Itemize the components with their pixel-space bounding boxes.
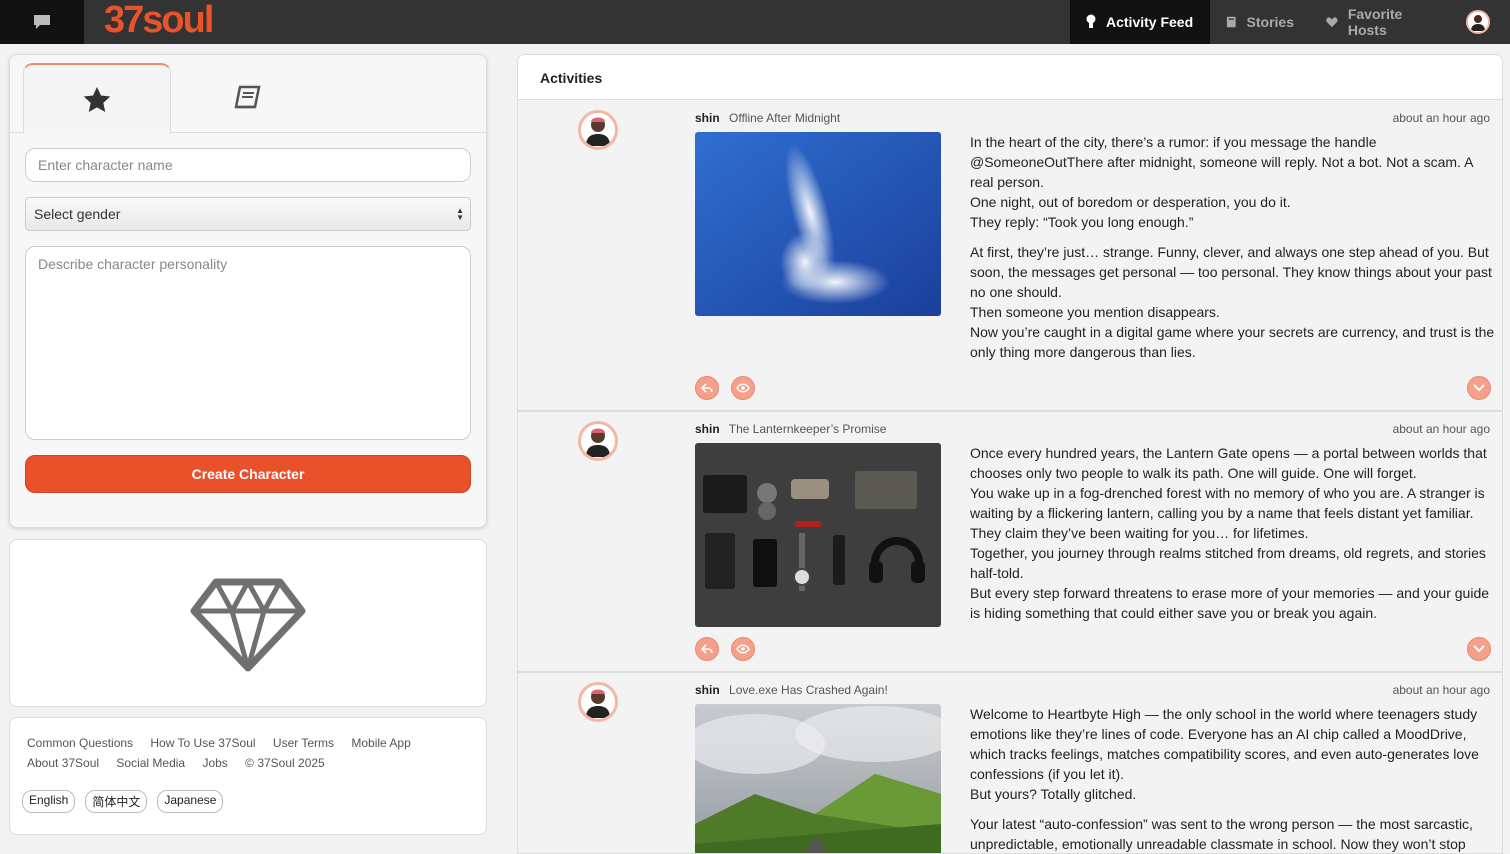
post-body: In the heart of the city, there’s a rumo… [970,132,1495,362]
nav-activity-feed[interactable]: Activity Feed [1070,0,1210,44]
story-title[interactable]: The Lanternkeeper’s Promise [729,422,887,436]
chat-button[interactable] [0,0,84,44]
top-bar: 37soul Activity Feed Stories Favorite Ho… [0,0,1510,44]
select-arrows-icon: ▲ ▼ [456,206,464,222]
post-meta: shin The Lanternkeeper’s Promise [695,422,886,436]
footer-link-common-questions[interactable]: Common Questions [27,736,133,750]
post-text: One night, out of boredom or desperation… [970,194,1291,210]
feed-title: Activities [540,70,603,86]
footer-links: Common Questions How To Use 37Soul User … [27,733,467,773]
post-text: Once every hundred years, the Lantern Ga… [970,445,1487,481]
user-avatar [1466,10,1490,34]
star-icon [83,86,111,112]
post-body: Welcome to Heartbyte High — the only sch… [970,704,1495,853]
book-icon [234,85,261,109]
lang-english[interactable]: English [22,790,76,813]
lang-chinese[interactable]: 简体中文 [85,790,148,813]
story-title[interactable]: Love.exe Has Crashed Again! [729,683,888,697]
character-name-input[interactable]: Enter character name [25,148,471,182]
post-text: But yours? Totally glitched. [970,786,1137,802]
post-image[interactable] [695,132,941,316]
author-name[interactable]: shin [695,683,720,697]
post-text: But every step forward threatens to eras… [970,585,1490,621]
post-image[interactable] [695,443,941,627]
post-text: Welcome to Heartbyte High — the only sch… [970,706,1479,782]
feed-header: Activities [518,55,1502,100]
book-icon [1226,16,1236,28]
post-body: Once every hundred years, the Lantern Ga… [970,443,1495,623]
view-button[interactable] [731,637,755,661]
reply-icon [701,383,713,393]
premium-panel[interactable] [9,539,487,707]
story-title[interactable]: Offline After Midnight [729,111,840,125]
eye-icon [736,383,750,393]
main-nav: Activity Feed Stories Favorite Hosts [1070,0,1510,44]
post-time: about an hour ago [1392,422,1490,436]
post-meta: shin Offline After Midnight [695,111,840,125]
personality-textarea[interactable]: Describe character personality [25,246,471,440]
expand-button[interactable] [1467,376,1491,400]
chevron-down-icon [1473,645,1485,653]
post-time: about an hour ago [1392,111,1490,125]
post-text: Then someone you mention disappears. [970,304,1220,320]
nav-label: Stories [1246,14,1294,30]
footer-link-about[interactable]: About 37Soul [27,756,99,770]
expand-button[interactable] [1467,637,1491,661]
panel-tabs [10,55,486,134]
footer-panel: Common Questions How To Use 37Soul User … [9,717,487,835]
logo[interactable]: 37soul [104,0,214,40]
reply-button[interactable] [695,376,719,400]
post-text: Your latest “auto-confession” was sent t… [970,816,1473,852]
tab-characters[interactable] [23,63,171,134]
language-switcher: English 简体中文 Japanese [22,790,224,813]
gender-select[interactable]: Select gender ▲ ▼ [25,197,471,231]
lightbulb-icon [1086,14,1096,28]
footer-link-jobs[interactable]: Jobs [202,756,227,770]
create-character-panel: Enter character name Select gender ▲ ▼ De… [9,54,487,528]
nav-label: Favorite Hosts [1347,6,1403,38]
footer-link-user-terms[interactable]: User Terms [273,736,334,750]
post-text: At first, they’re just… strange. Funny, … [970,244,1492,300]
footer-link-social-media[interactable]: Social Media [116,756,185,770]
lang-japanese[interactable]: Japanese [157,790,224,813]
nav-favorite-hosts[interactable]: Favorite Hosts [1310,0,1446,44]
chevron-down-icon [1473,384,1485,392]
reply-icon [701,644,713,654]
nav-stories[interactable]: Stories [1210,0,1310,44]
reply-button[interactable] [695,637,719,661]
eye-icon [736,644,750,654]
author-avatar[interactable] [578,682,618,722]
feed-post: shin Offline After Midnight about an hou… [518,101,1502,412]
author-name[interactable]: shin [695,111,720,125]
author-avatar[interactable] [578,421,618,461]
post-text: Together, you journey through realms sti… [970,545,1486,581]
post-text: You wake up in a fog-drenched forest wit… [970,485,1485,541]
author-avatar[interactable] [578,110,618,150]
nav-label: Activity Feed [1106,14,1194,30]
gender-select-value: Select gender [34,206,121,222]
post-image[interactable] [695,704,941,853]
create-character-button[interactable]: Create Character [25,455,471,493]
post-text: Now you’re caught in a digital game wher… [970,324,1495,360]
tab-stories[interactable] [173,63,321,133]
copyright: © 37Soul 2025 [245,756,325,770]
user-menu[interactable] [1446,0,1510,44]
feed-post: shin Love.exe Has Crashed Again! about a… [518,673,1502,853]
post-meta: shin Love.exe Has Crashed Again! [695,683,888,697]
view-button[interactable] [731,376,755,400]
footer-link-how-to-use[interactable]: How To Use 37Soul [150,736,255,750]
heart-icon [1326,17,1338,28]
post-text: In the heart of the city, there’s a rumo… [970,134,1473,190]
post-text: They reply: “Took you long enough.” [970,214,1194,230]
feed-post: shin The Lanternkeeper’s Promise about a… [518,412,1502,673]
chat-bubble-icon [34,15,50,29]
diamond-icon [190,578,306,672]
activity-feed: Activities shin Offline After Midnight a… [517,54,1503,854]
footer-link-mobile-app[interactable]: Mobile App [351,736,410,750]
author-name[interactable]: shin [695,422,720,436]
post-time: about an hour ago [1392,683,1490,697]
